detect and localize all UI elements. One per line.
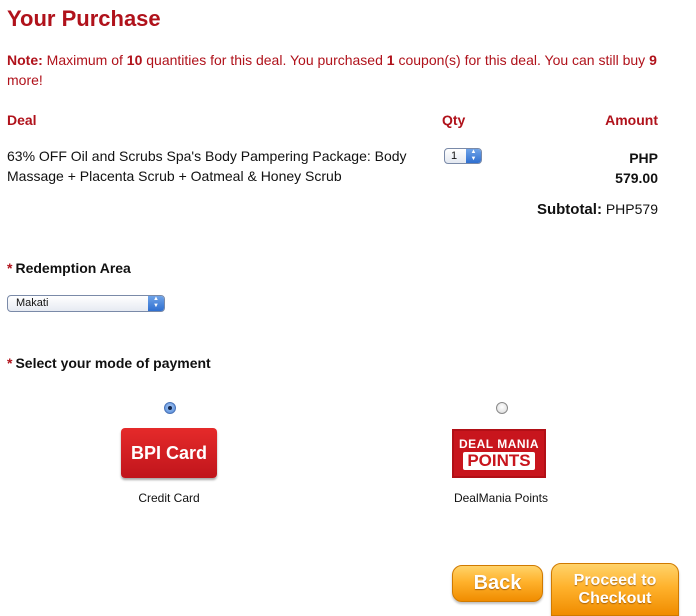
checkout-button-line2: Checkout <box>578 589 652 607</box>
subtotal: Subtotal: PHP579 <box>537 201 658 218</box>
quantity-select[interactable]: 1 ▲ ▼ <box>444 148 482 164</box>
dealmania-points-logo[interactable]: DEAL MANIA POINTS <box>452 429 546 478</box>
note-text-3: coupon(s) for this deal. You can still b… <box>394 52 650 68</box>
column-header-qty: Qty <box>442 112 466 128</box>
dealmania-points-radio[interactable] <box>496 402 508 414</box>
purchase-note: Note: Maximum of 10 quantities for this … <box>7 50 677 90</box>
note-max-qty: 10 <box>126 52 143 68</box>
deal-description: 63% OFF Oil and Scrubs Spa's Body Pamper… <box>7 148 407 184</box>
bpi-card-logo-text: BPI Card <box>130 442 208 463</box>
subtotal-label: Subtotal: <box>536 201 602 218</box>
column-header-amount: Amount <box>605 112 658 128</box>
dealmania-logo-line2: POINTS <box>463 451 535 470</box>
note-purchased-count: 1 <box>386 52 395 68</box>
note-text-4: more! <box>7 72 43 88</box>
payment-mode-text: Select your mode of payment <box>15 355 211 371</box>
credit-card-radio[interactable] <box>164 402 176 414</box>
note-text-2: quantities for this deal. You purchased <box>142 52 387 68</box>
column-header-deal: Deal <box>7 112 37 128</box>
dealmania-logo-line1: DEAL MANIA <box>458 436 540 451</box>
deal-amount: PHP 579.00 <box>615 148 658 188</box>
bpi-card-logo[interactable]: BPI Card <box>121 428 217 478</box>
payment-mode-label: * Select your mode of payment <box>7 355 211 371</box>
quantity-value: 1 <box>451 150 458 162</box>
select-arrows-icon: ▲ ▼ <box>466 149 481 163</box>
note-text-1: Maximum of <box>42 52 127 68</box>
required-asterisk: * <box>7 355 13 371</box>
back-button[interactable]: Back <box>452 565 543 602</box>
page-title: Your Purchase <box>7 6 161 31</box>
redemption-area-value: Makati <box>16 297 49 309</box>
required-asterisk: * <box>7 260 13 276</box>
select-arrows-icon: ▲ ▼ <box>148 296 164 311</box>
subtotal-value: PHP579 <box>605 201 658 217</box>
amount-currency: PHP <box>629 150 658 166</box>
redemption-area-select[interactable]: Makati ▲ ▼ <box>7 295 165 312</box>
back-button-label: Back <box>473 572 522 594</box>
dealmania-points-label: DealMania Points <box>453 491 549 505</box>
redemption-area-text: Redemption Area <box>15 260 131 276</box>
redemption-area-label: * Redemption Area <box>7 260 131 276</box>
proceed-to-checkout-button[interactable]: Proceed to Checkout <box>551 563 679 616</box>
amount-value: 579.00 <box>615 170 658 186</box>
credit-card-label: Credit Card <box>138 491 200 505</box>
note-remaining-count: 9 <box>649 52 657 68</box>
note-label: Note: <box>7 52 43 68</box>
checkout-button-line1: Proceed to <box>573 571 657 589</box>
